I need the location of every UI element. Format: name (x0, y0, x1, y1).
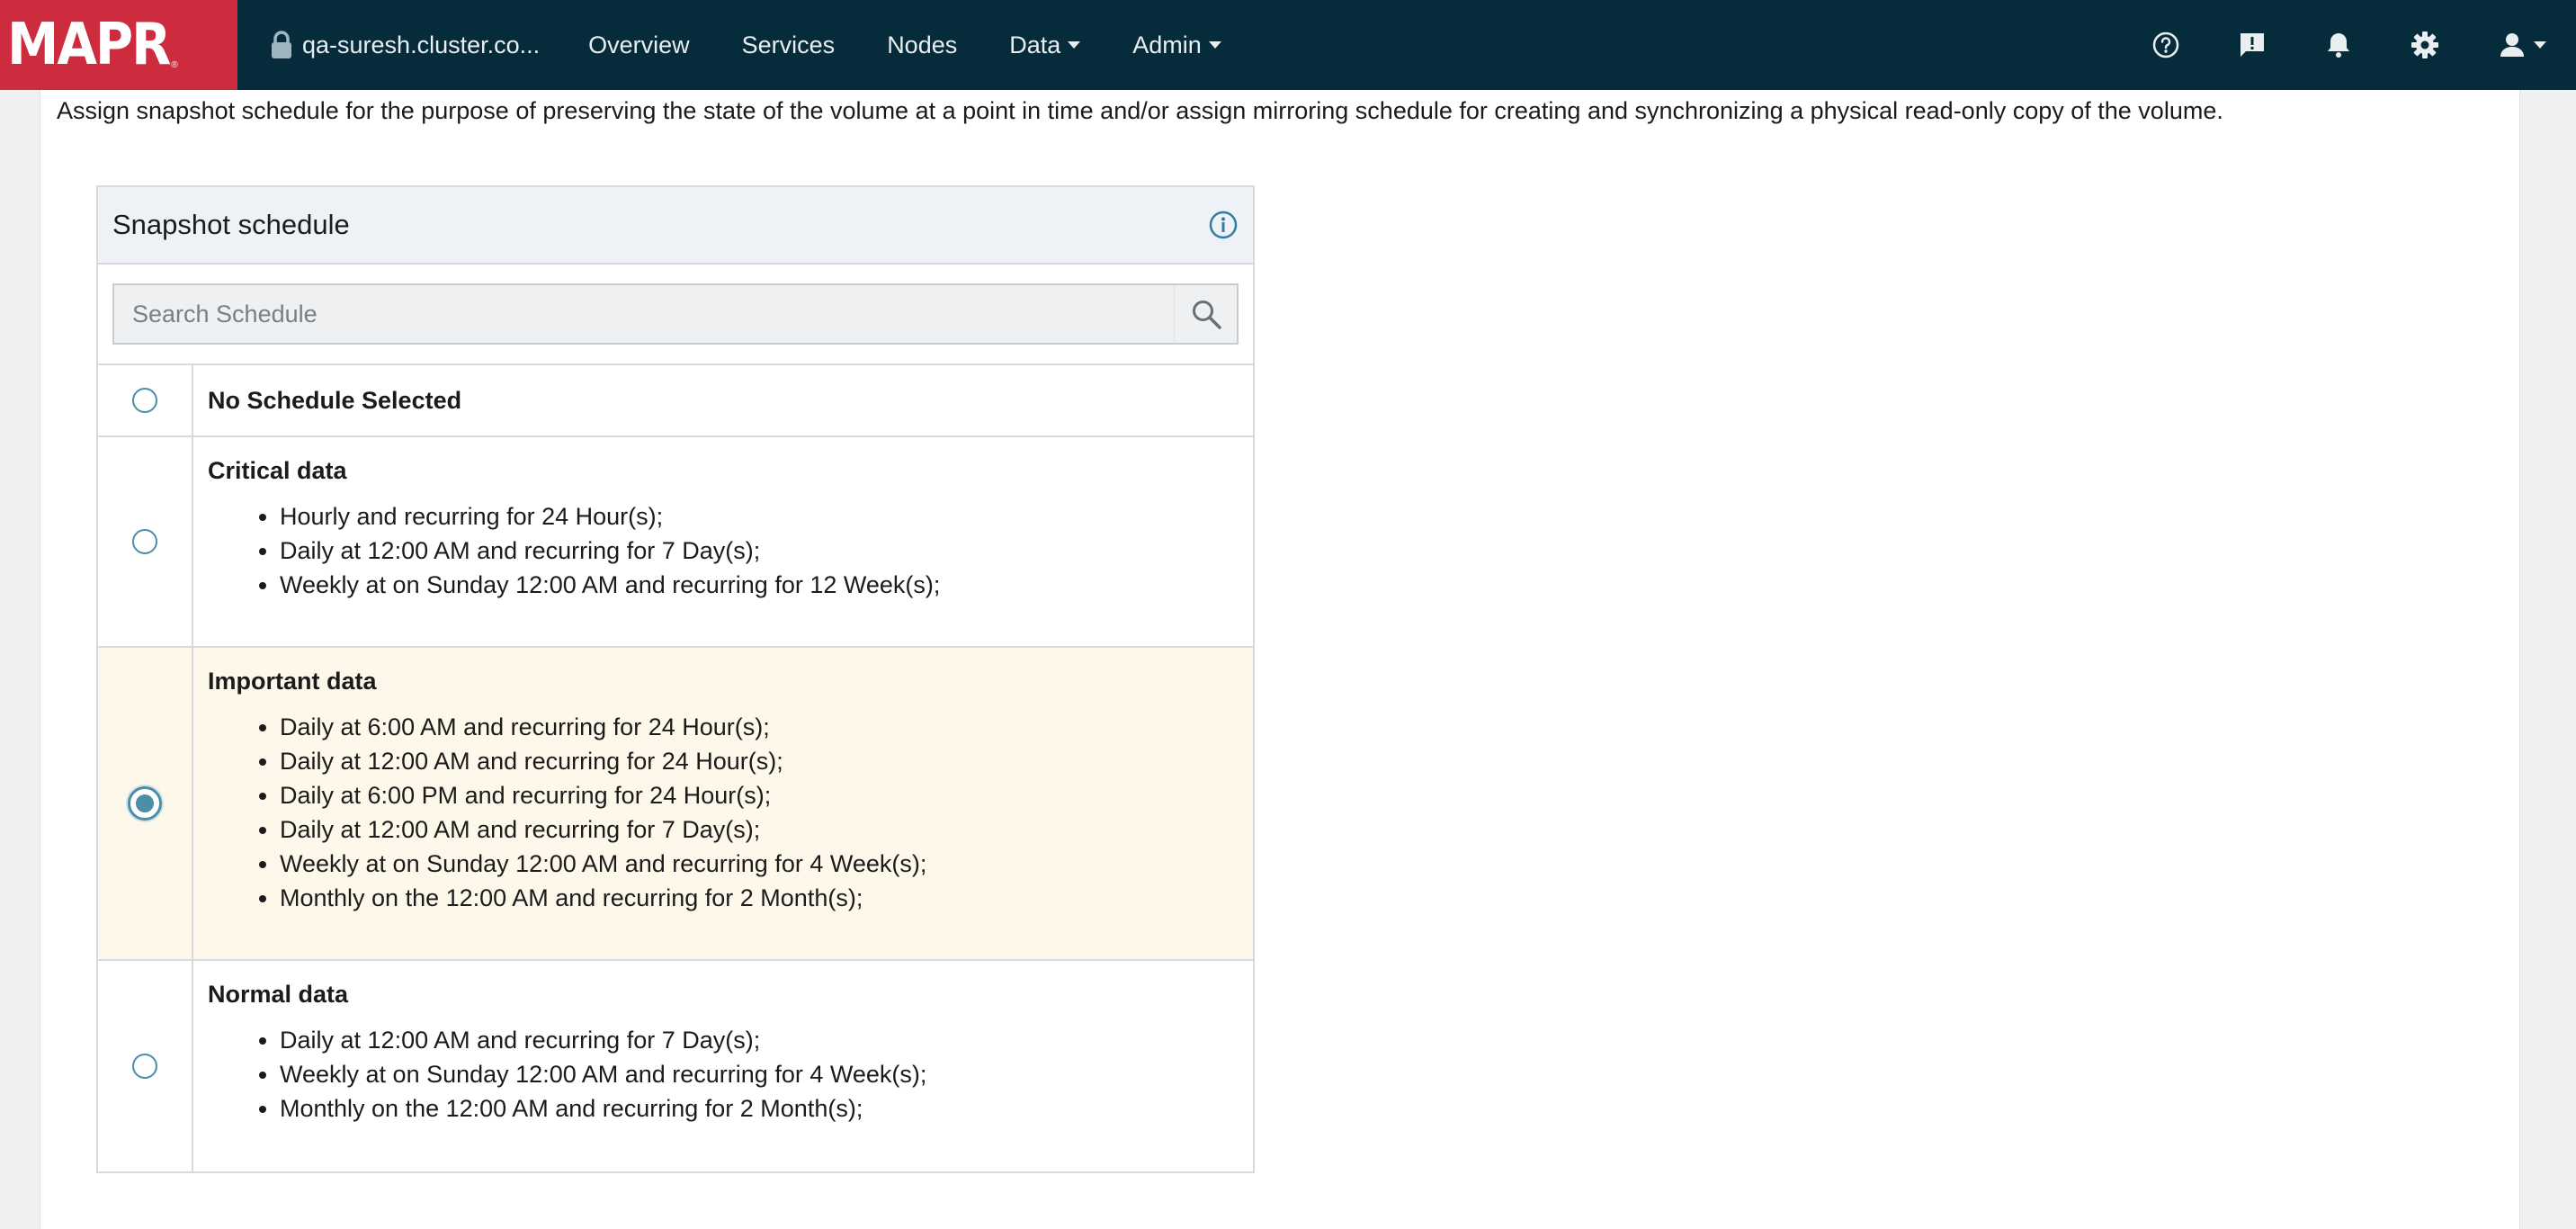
schedule-name: Normal data (208, 981, 349, 1008)
caret-down-icon (1068, 41, 1081, 49)
schedule-row-normal[interactable]: Normal data Daily at 12:00 AM and recurr… (98, 961, 1253, 1171)
card-title: Snapshot schedule (112, 209, 350, 240)
search-bar (98, 265, 1253, 365)
schedule-rule: Weekly at on Sunday 12:00 AM and recurri… (280, 568, 1239, 602)
schedule-rules: Hourly and recurring for 24 Hour(s); Dai… (208, 499, 1239, 602)
notifications-icon[interactable] (2321, 27, 2357, 63)
cluster-selector[interactable]: qa-suresh.cluster.co... (270, 31, 540, 59)
schedule-rule: Monthly on the 12:00 AM and recurring fo… (280, 1091, 1239, 1126)
schedule-rule: Daily at 12:00 AM and recurring for 7 Da… (280, 812, 1239, 847)
schedule-row-none[interactable]: No Schedule Selected (98, 365, 1253, 437)
schedule-name: Critical data (208, 457, 347, 484)
schedule-content: No Schedule Selected (193, 365, 1253, 435)
feedback-icon[interactable] (2234, 27, 2270, 63)
snapshot-schedule-card: Snapshot schedule No Schedule Selected (96, 185, 1255, 1173)
settings-icon[interactable] (2407, 27, 2443, 63)
main-panel: Assign snapshot schedule for the purpose… (40, 90, 2520, 1229)
main-nav: Overview Services Nodes Data Admin (588, 31, 1274, 59)
search-button[interactable] (1174, 285, 1237, 343)
caret-down-icon (1208, 41, 1221, 49)
schedule-rules: Daily at 6:00 AM and recurring for 24 Ho… (208, 710, 1239, 915)
radio-cell (98, 961, 193, 1171)
info-icon[interactable] (1208, 210, 1239, 240)
radio-cell (98, 365, 193, 435)
schedule-row-critical[interactable]: Critical data Hourly and recurring for 2… (98, 437, 1253, 648)
top-navbar: MAPR ® qa-suresh.cluster.co... Overview S… (0, 0, 2576, 90)
radio-cell (98, 648, 193, 959)
schedule-rule: Weekly at on Sunday 12:00 AM and recurri… (280, 1057, 1239, 1091)
schedule-rule: Daily at 6:00 AM and recurring for 24 Ho… (280, 710, 1239, 744)
schedule-content: Important data Daily at 6:00 AM and recu… (193, 648, 1253, 959)
lock-icon (272, 31, 291, 58)
schedule-content: Critical data Hourly and recurring for 2… (193, 437, 1253, 646)
schedule-rule: Weekly at on Sunday 12:00 AM and recurri… (280, 847, 1239, 881)
radio-cell (98, 437, 193, 646)
search-box (112, 283, 1239, 345)
mapr-logo[interactable]: MAPR ® (0, 0, 237, 90)
schedule-content: Normal data Daily at 12:00 AM and recurr… (193, 961, 1253, 1171)
user-icon (2500, 33, 2524, 57)
schedule-rule: Daily at 12:00 AM and recurring for 7 Da… (280, 1023, 1239, 1057)
schedule-rule: Daily at 6:00 PM and recurring for 24 Ho… (280, 778, 1239, 812)
navbar-actions (2148, 0, 2576, 90)
nav-nodes[interactable]: Nodes (887, 31, 957, 59)
schedule-name: Important data (208, 668, 377, 695)
cluster-name: qa-suresh.cluster.co... (302, 31, 541, 58)
radio-important[interactable] (128, 786, 162, 821)
schedule-description: Assign snapshot schedule for the purpose… (57, 97, 2223, 124)
nav-admin-label: Admin (1132, 31, 1202, 58)
caret-down-icon (2534, 41, 2546, 49)
schedule-rule: Daily at 12:00 AM and recurring for 24 H… (280, 744, 1239, 778)
logo-text: MAPR (7, 12, 171, 78)
nav-overview-label: Overview (588, 31, 690, 58)
radio-normal[interactable] (132, 1054, 157, 1079)
nav-overview[interactable]: Overview (588, 31, 690, 59)
card-header: Snapshot schedule (98, 187, 1253, 265)
nav-services-label: Services (741, 31, 836, 58)
search-schedule-input[interactable] (114, 285, 1174, 343)
nav-services[interactable]: Services (742, 31, 836, 59)
schedule-rule: Daily at 12:00 AM and recurring for 7 Da… (280, 534, 1239, 568)
radio-critical[interactable] (132, 529, 157, 554)
schedule-row-important[interactable]: Important data Daily at 6:00 AM and recu… (98, 648, 1253, 961)
schedule-rule: Monthly on the 12:00 AM and recurring fo… (280, 881, 1239, 915)
nav-data-label: Data (1009, 31, 1061, 58)
nav-data-dropdown[interactable]: Data (1009, 31, 1081, 59)
search-icon (1192, 301, 1221, 329)
help-icon[interactable] (2148, 27, 2184, 63)
nav-admin-dropdown[interactable]: Admin (1132, 31, 1221, 59)
user-menu[interactable] (2493, 27, 2551, 63)
nav-nodes-label: Nodes (887, 31, 958, 58)
schedule-rules: Daily at 12:00 AM and recurring for 7 Da… (208, 1023, 1239, 1126)
schedule-rule: Hourly and recurring for 24 Hour(s); (280, 499, 1239, 534)
radio-none[interactable] (132, 388, 157, 413)
schedule-name: No Schedule Selected (208, 386, 462, 414)
registered-mark: ® (171, 60, 178, 70)
